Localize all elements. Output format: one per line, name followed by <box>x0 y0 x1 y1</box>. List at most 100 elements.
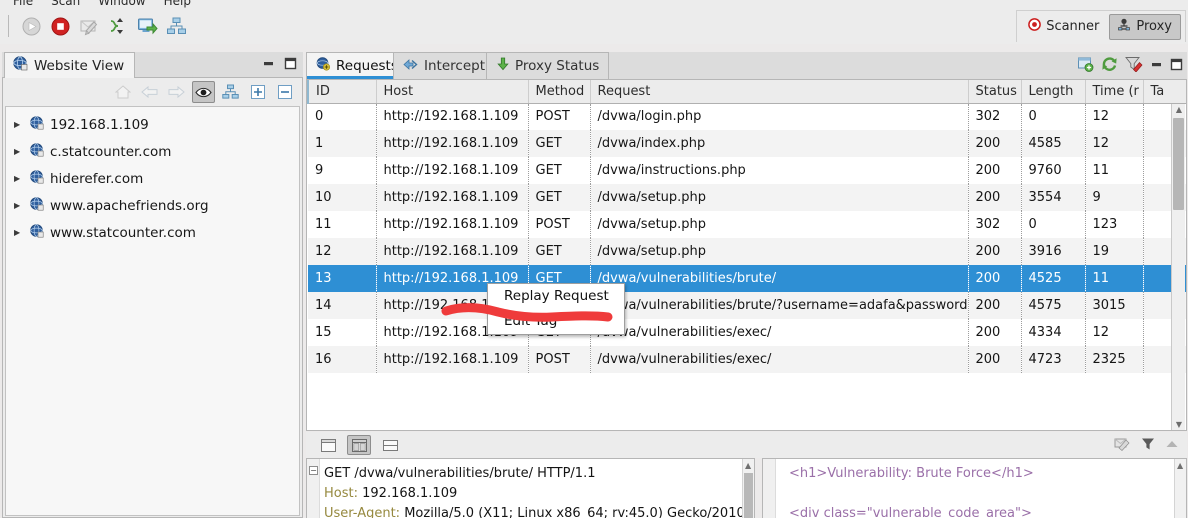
maximize-icon[interactable] <box>284 57 297 73</box>
table-row[interactable]: 12 http://192.168.1.109 GET /dvwa/setup.… <box>308 238 1186 265</box>
cell-time: 11 <box>1085 157 1144 184</box>
filter-edit-icon[interactable] <box>1125 56 1143 75</box>
maximize-icon[interactable] <box>1170 58 1183 74</box>
edit-request-icon[interactable] <box>77 14 101 38</box>
minimize-icon[interactable] <box>262 57 275 73</box>
chevron-right-icon[interactable]: ▶ <box>14 201 24 210</box>
cell-method: GET <box>528 238 591 265</box>
column-header-length[interactable]: Length <box>1021 80 1086 104</box>
table-row[interactable]: 1 http://192.168.1.109 GET /dvwa/index.p… <box>308 130 1186 157</box>
table-vertical-scrollbar[interactable]: ▲ ▼ <box>1171 104 1185 430</box>
table-row[interactable]: 16 http://192.168.1.109 POST /dvwa/vulne… <box>308 346 1186 373</box>
response-line: <div class="vulnerable_code_area"> <box>789 506 1032 518</box>
tree-node-4[interactable]: ▶ www.statcounter.com <box>6 219 299 246</box>
cell-length: 0 <box>1021 211 1086 238</box>
tree-node-1[interactable]: ▶ c.statcounter.com <box>6 138 299 165</box>
column-header-method[interactable]: Method <box>528 80 591 104</box>
scroll-up-icon[interactable]: ▲ <box>1174 105 1184 115</box>
chevron-right-icon[interactable]: ▶ <box>14 174 24 183</box>
tab-proxy-status[interactable]: Proxy Status <box>486 52 610 79</box>
home-icon[interactable] <box>111 81 134 103</box>
tab-intercept[interactable]: Intercept <box>393 52 495 79</box>
proxy-icon <box>1117 18 1131 35</box>
table-row[interactable]: 9 http://192.168.1.109 GET /dvwa/instruc… <box>308 157 1186 184</box>
context-menu-item-edit-tag[interactable]: Edit Tag <box>488 309 624 334</box>
cell-id: 16 <box>308 346 377 373</box>
table-row[interactable]: 11 http://192.168.1.109 POST /dvwa/setup… <box>308 211 1186 238</box>
column-header-tag[interactable]: Ta <box>1143 80 1186 104</box>
table-row[interactable]: 14 http://192.168.1.109 GET /dvwa/vulner… <box>308 292 1186 319</box>
layout-single-icon[interactable] <box>316 435 340 455</box>
column-header-time[interactable]: Time (r <box>1085 80 1144 104</box>
scroll-up-icon[interactable]: ▲ <box>745 461 751 470</box>
globe-icon <box>30 224 44 241</box>
table-row[interactable]: 15 http://192.168.1.109 GET /dvwa/vulner… <box>308 319 1186 346</box>
new-tab-icon[interactable] <box>1077 56 1094 75</box>
cell-method: POST <box>528 103 591 130</box>
view-tab-scanner[interactable]: Scanner <box>1021 15 1107 39</box>
website-tree[interactable]: ▶ 192.168.1.109 ▶ c.statcounter.com ▶ hi… <box>5 106 300 516</box>
response-pane-scrollbar[interactable]: ▲ <box>1174 459 1186 518</box>
expand-all-icon[interactable] <box>246 81 269 103</box>
tree-node-0[interactable]: ▶ 192.168.1.109 <box>6 111 299 138</box>
browser-icon[interactable] <box>135 14 159 38</box>
table-row[interactable]: 10 http://192.168.1.109 GET /dvwa/setup.… <box>308 184 1186 211</box>
chevron-right-icon[interactable]: ▶ <box>14 147 24 156</box>
layout-stacked-icon[interactable] <box>378 435 402 455</box>
column-header-status[interactable]: Status <box>968 80 1022 104</box>
eye-icon[interactable] <box>192 81 215 103</box>
scrollbar-thumb[interactable] <box>1173 118 1184 210</box>
stop-icon[interactable] <box>48 14 72 38</box>
collapse-all-icon[interactable] <box>273 81 296 103</box>
scroll-down-icon[interactable]: ▼ <box>1174 420 1184 430</box>
tab-website-view[interactable]: Website View <box>4 52 136 78</box>
request-pane-scrollbar[interactable]: ▲ <box>742 459 754 518</box>
cell-status: 200 <box>968 130 1022 157</box>
table-row-selected[interactable]: 13 http://192.168.1.109 GET /dvwa/vulner… <box>308 265 1186 292</box>
chevron-right-icon[interactable]: ▶ <box>14 228 24 237</box>
response-detail-pane[interactable]: <h1>Vulnerability: Brute Force</h1> <div… <box>762 458 1187 518</box>
column-header-request[interactable]: Request <box>590 80 969 104</box>
fold-toggle-icon[interactable]: − <box>309 466 318 475</box>
menu-item-window[interactable]: Window <box>89 0 154 8</box>
edit-icon[interactable] <box>1114 436 1131 454</box>
cell-time: 123 <box>1085 211 1144 238</box>
layout-side-by-side-icon[interactable] <box>347 435 371 455</box>
cell-request: /dvwa/vulnerabilities/exec/ <box>590 346 969 373</box>
sitemap-icon[interactable] <box>219 81 242 103</box>
header-value: 192.168.1.109 <box>362 486 458 501</box>
sort-icon[interactable] <box>106 14 130 38</box>
sitemap-icon[interactable] <box>164 14 188 38</box>
chevron-right-icon[interactable]: ▶ <box>14 120 24 129</box>
cell-time: 11 <box>1085 265 1144 292</box>
menu-item-help[interactable]: Help <box>155 0 200 8</box>
scroll-up-icon[interactable]: ▲ <box>1177 461 1183 470</box>
minimize-icon[interactable] <box>1150 58 1163 74</box>
refresh-icon[interactable] <box>1101 56 1118 75</box>
context-menu-item-replay-request[interactable]: Replay Request <box>488 284 624 309</box>
column-header-id[interactable]: ID <box>307 80 377 104</box>
scrollbar-thumb[interactable] <box>744 473 753 518</box>
table-row[interactable]: 0 http://192.168.1.109 POST /dvwa/login.… <box>308 103 1186 130</box>
website-view-body: ▶ 192.168.1.109 ▶ c.statcounter.com ▶ hi… <box>2 78 303 518</box>
context-menu[interactable]: Replay Request Edit Tag <box>487 283 625 335</box>
filter-icon[interactable] <box>1141 437 1155 454</box>
menu-item-file[interactable]: File <box>4 0 42 8</box>
column-header-host[interactable]: Host <box>376 80 529 104</box>
cell-id: 14 <box>308 292 377 319</box>
proxy-status-icon <box>496 57 510 75</box>
cell-id: 11 <box>308 211 377 238</box>
tree-node-2[interactable]: ▶ hiderefer.com <box>6 165 299 192</box>
back-arrow-icon[interactable] <box>138 81 161 103</box>
menu-item-scan[interactable]: Scan <box>42 0 89 8</box>
intercept-icon <box>403 58 419 75</box>
tree-node-3[interactable]: ▶ www.apachefriends.org <box>6 192 299 219</box>
forward-arrow-icon[interactable] <box>165 81 188 103</box>
collapse-icon[interactable] <box>1165 438 1179 453</box>
website-view-dock: Website View ▶ 192.168.1.109 ▶ c.statcou… <box>2 52 303 518</box>
requests-table-container[interactable]: ID Host Method Request Status Length Tim… <box>306 79 1187 431</box>
table-header-row: ID Host Method Request Status Length Tim… <box>307 80 1186 104</box>
start-icon[interactable] <box>19 14 43 38</box>
view-tab-proxy[interactable]: Proxy <box>1109 13 1181 40</box>
request-detail-pane[interactable]: − GET /dvwa/vulnerabilities/brute/ HTTP/… <box>306 458 755 518</box>
